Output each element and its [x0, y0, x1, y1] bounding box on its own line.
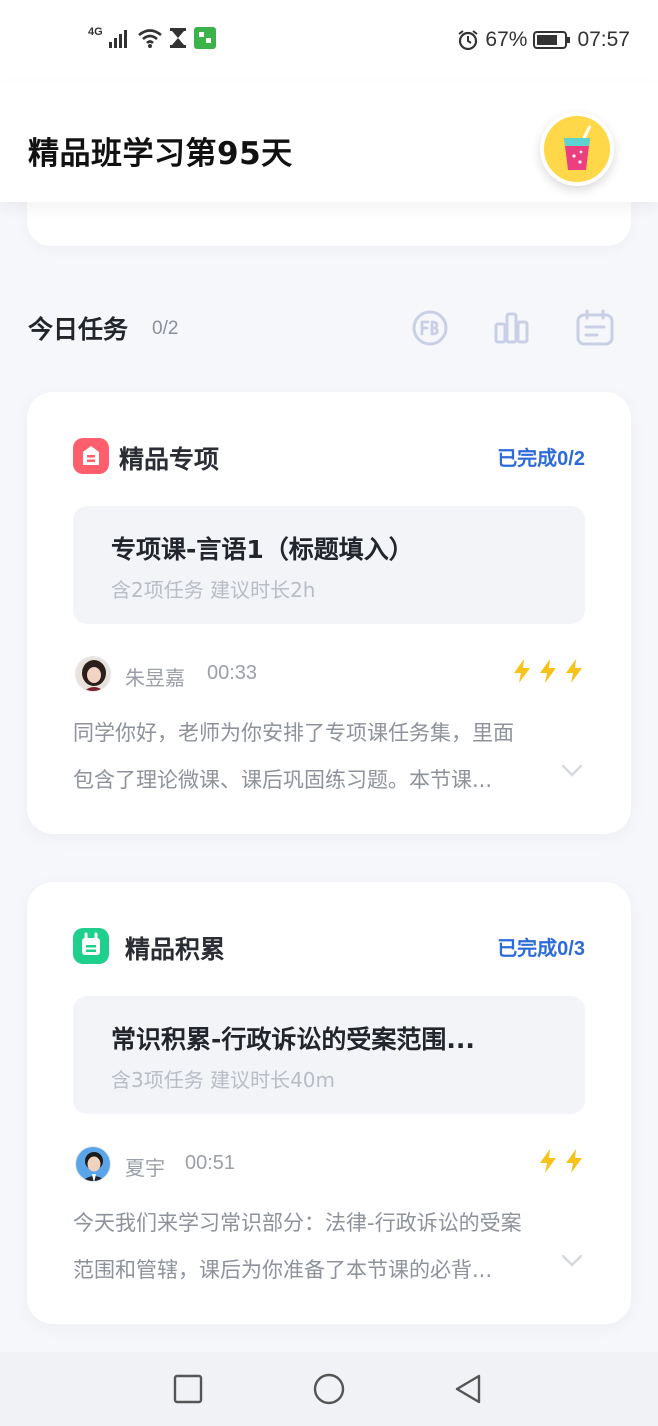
signal-icon	[108, 30, 127, 48]
wifi-icon	[137, 29, 162, 48]
app-notification-icon	[193, 27, 216, 49]
difficulty-bolts	[537, 1148, 585, 1174]
page-title: 精品班学习第95天	[28, 136, 293, 172]
teacher-name: 夏宇	[125, 1156, 165, 1180]
status-right: 67% 07:57	[457, 28, 630, 52]
teacher-audio-duration: 00:33	[207, 662, 258, 684]
tasks-count: 0/2	[152, 318, 179, 339]
card-category-title: 精品专项	[119, 445, 220, 474]
teacher-row: 夏宇 00:51	[73, 1144, 585, 1184]
chevron-down-icon[interactable]	[561, 764, 583, 778]
task-card[interactable]: 精品积累 已完成0/3 常识积累-行政诉讼的受案范围... 含3项任务 建议时长…	[27, 882, 631, 1324]
lesson-item[interactable]: 常识积累-行政诉讼的受案范围... 含3项任务 建议时长40m	[73, 996, 585, 1114]
card-description: 今天我们来学习常识部分：法律-行政诉讼的受案 范围和管辖，课后为你准备了本节课的…	[73, 1200, 553, 1294]
lightning-icon	[540, 659, 556, 683]
card-description: 同学你好，老师为你安排了专项课任务集，里面 包含了理论微课、课后巩固练习题。本节…	[73, 710, 553, 804]
hourglass-icon	[169, 28, 186, 48]
card-category-title: 精品积累	[125, 935, 226, 964]
bar-chart-icon[interactable]	[492, 308, 532, 348]
task-card[interactable]: 精品专项 已完成0/2 专项课-言语1（标题填入） 含2项任务 建议时长2h 朱…	[27, 392, 631, 834]
fb-coin-icon[interactable]	[410, 308, 450, 348]
shop-bag-icon	[73, 438, 109, 474]
lesson-subtitle: 含2项任务 建议时长2h	[111, 578, 316, 602]
teacher-avatar[interactable]	[75, 656, 111, 692]
network-label: 4G	[88, 26, 103, 38]
lesson-title: 常识积累-行政诉讼的受案范围...	[111, 1025, 475, 1054]
clock-time: 07:57	[577, 28, 630, 51]
calendar-book-icon	[73, 928, 109, 964]
alarm-icon	[458, 30, 479, 51]
card-progress[interactable]: 已完成0/3	[497, 932, 585, 961]
lightning-icon	[514, 659, 530, 683]
teacher-avatar[interactable]	[75, 1146, 111, 1182]
lightning-icon	[566, 1149, 582, 1173]
description-line: 同学你好，老师为你安排了专项课任务集，里面	[73, 721, 514, 745]
card-progress[interactable]: 已完成0/2	[497, 442, 585, 471]
circle-home-icon[interactable]	[312, 1372, 346, 1406]
lesson-item[interactable]: 专项课-言语1（标题填入） 含2项任务 建议时长2h	[73, 506, 585, 624]
triangle-back-icon[interactable]	[452, 1372, 486, 1406]
chevron-down-icon[interactable]	[561, 1254, 583, 1268]
teacher-audio-duration: 00:51	[185, 1152, 236, 1174]
lesson-title: 专项课-言语1（标题填入）	[111, 535, 414, 564]
teacher-name: 朱昱嘉	[125, 666, 185, 690]
calendar-icon[interactable]	[575, 308, 615, 348]
tasks-title: 今日任务	[28, 315, 129, 344]
battery-percent: 67%	[485, 28, 528, 51]
teacher-row: 朱昱嘉 00:33	[73, 654, 585, 694]
description-line: 今天我们来学习常识部分：法律-行政诉讼的受案	[73, 1211, 522, 1235]
lightning-icon	[540, 1149, 556, 1173]
lesson-subtitle: 含3项任务 建议时长40m	[111, 1068, 336, 1092]
status-bar: 4G 67% 07:57	[0, 0, 658, 82]
description-line: 包含了理论微课、课后巩固练习题。本节课...	[73, 768, 493, 792]
battery-icon	[533, 31, 571, 49]
page-header: 精品班学习第95天	[0, 82, 658, 202]
description-line: 范围和管辖，课后为你准备了本节课的必背...	[73, 1258, 493, 1282]
system-nav-bar	[0, 1352, 658, 1426]
juice-cup-icon[interactable]	[540, 112, 614, 186]
square-nav-icon[interactable]	[171, 1372, 205, 1406]
status-left: 4G	[88, 26, 217, 50]
difficulty-bolts	[511, 658, 585, 684]
lightning-icon	[566, 659, 582, 683]
